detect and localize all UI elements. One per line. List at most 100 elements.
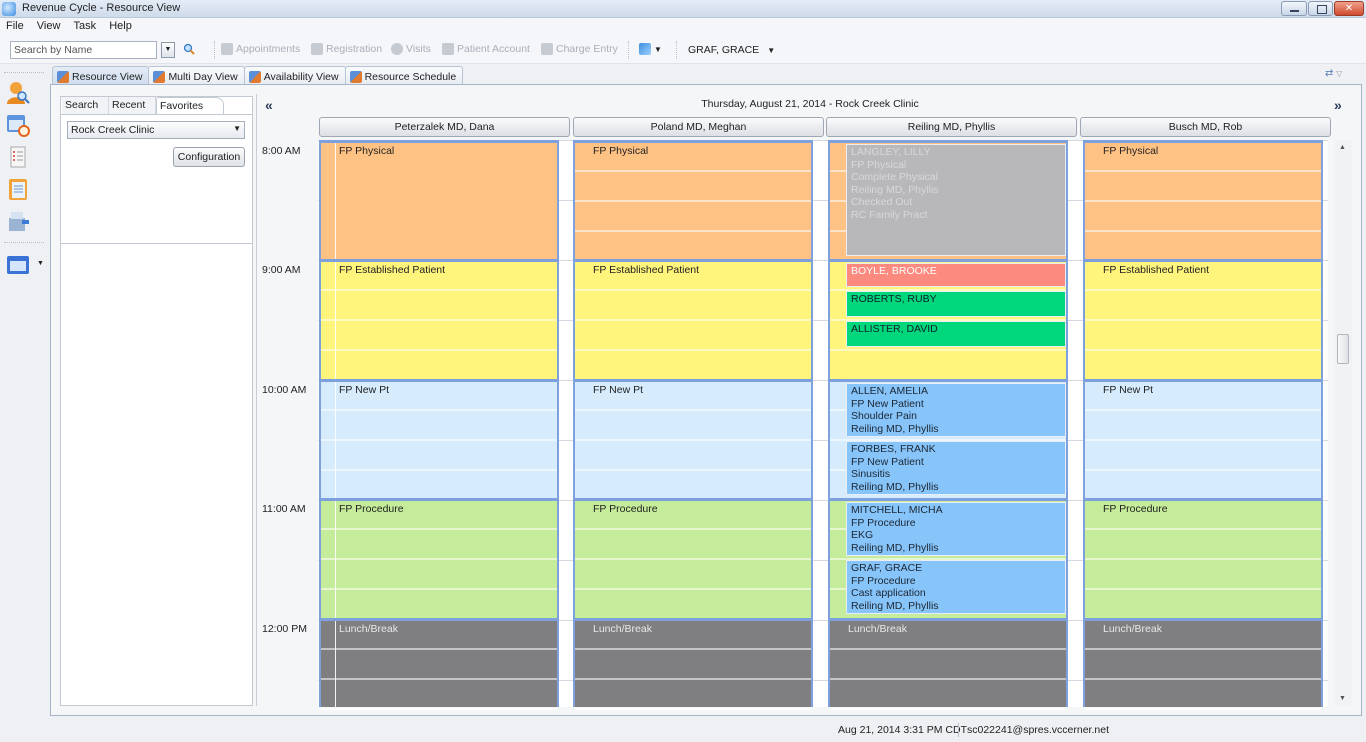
restore-button[interactable] — [1308, 1, 1333, 16]
scroll-down-icon[interactable]: ▼ — [1339, 695, 1346, 702]
patient-account-button[interactable]: Patient Account — [442, 43, 530, 55]
schedule-block-procedure[interactable]: FP Procedure — [575, 498, 811, 618]
slot-divider — [575, 708, 811, 710]
slot-divider — [321, 588, 557, 590]
appointment[interactable]: ALLISTER, DAVID — [846, 321, 1066, 347]
search-dropdown-button[interactable]: ▼ — [161, 42, 175, 58]
appointment-detail: Sinusitis — [851, 468, 891, 480]
menu-file[interactable]: File — [0, 18, 28, 32]
appointment[interactable]: BOYLE, BROOKE — [846, 263, 1066, 287]
tab-multi-day-view[interactable]: Multi Day View — [148, 66, 245, 85]
tab-recent[interactable]: Recent — [109, 97, 156, 114]
slot-divider — [1085, 678, 1321, 680]
refresh-icon[interactable]: ⇄ — [1325, 68, 1333, 79]
appointment[interactable]: FORBES, FRANK FP New Patient Sinusitis Reil… — [846, 441, 1066, 495]
tab-menu-icon[interactable]: ▽ — [1336, 69, 1342, 78]
minimize-button[interactable] — [1281, 1, 1307, 16]
slot-divider — [1085, 648, 1321, 650]
favorites-select[interactable]: Rock Creek Clinic ▼ — [67, 121, 245, 139]
clipboard-icon[interactable] — [5, 176, 31, 202]
schedule-block-lunch[interactable]: Lunch/Break — [830, 618, 1066, 710]
schedule-block-established[interactable]: FP Established Patient — [575, 259, 811, 379]
slot-divider — [575, 409, 811, 411]
slot-divider — [321, 409, 557, 411]
view-tabs: Resource View Multi Day View Availabilit… — [52, 66, 464, 85]
person-search-icon[interactable] — [5, 80, 31, 106]
slot-divider — [321, 558, 557, 560]
menu-bar: File View Task Help — [0, 18, 1366, 36]
slot-divider — [321, 678, 557, 680]
schedule-block-physical[interactable]: FP Physical — [321, 140, 557, 260]
schedule-block-new[interactable]: FP New Pt — [575, 379, 811, 499]
tab-availability-view[interactable]: Availability View — [243, 66, 346, 85]
schedule-block-new[interactable]: FP New Pt — [1085, 379, 1321, 499]
tab-favorites[interactable]: Favorites — [156, 97, 224, 114]
registration-label: Registration — [326, 43, 383, 55]
resource-header[interactable]: Busch MD, Rob — [1080, 117, 1331, 137]
appointment[interactable]: ALLEN, AMELIA FP New Patient Shoulder Pain… — [846, 383, 1066, 437]
schedule-block-lunch[interactable]: Lunch/Break — [1085, 618, 1321, 710]
tab-search[interactable]: Search — [62, 97, 109, 114]
appointment[interactable]: LANGLEY, LILLY FP Physical Complete Physic… — [846, 144, 1066, 256]
slot-divider — [575, 170, 811, 172]
resource-header[interactable]: Reiling MD, Phyllis — [826, 117, 1077, 137]
appointment-detail: FP Procedure — [851, 574, 916, 587]
schedule-calendar-icon[interactable] — [5, 252, 31, 278]
schedule-block-established[interactable]: FP Established Patient — [1085, 259, 1321, 379]
window-switch-button[interactable]: ▼ — [639, 43, 662, 55]
slot-divider — [1085, 558, 1321, 560]
slot-divider — [575, 439, 811, 441]
schedule-block-established[interactable]: FP Established Patient — [321, 259, 557, 379]
appointment[interactable]: ROBERTS, RUBY — [846, 291, 1066, 317]
slot-divider — [335, 382, 336, 499]
resource-column: FP Physical FP Established Patient FP New … — [573, 140, 813, 710]
configuration-button[interactable]: Configuration — [173, 147, 245, 167]
tab-resource-view[interactable]: Resource View — [52, 66, 150, 85]
resource-header[interactable]: Peterzalek MD, Dana — [319, 117, 570, 137]
schedule-block-lunch[interactable]: Lunch/Break — [575, 618, 811, 710]
charge-entry-button[interactable]: Charge Entry — [541, 43, 618, 55]
status-datetime: Aug 21, 2014 3:31 PM CDT — [838, 724, 967, 736]
scroll-up-icon[interactable]: ▲ — [1339, 144, 1346, 151]
favorites-select-value: Rock Creek Clinic — [71, 124, 155, 136]
slot-divider — [1085, 200, 1321, 202]
schedule-block-new[interactable]: FP New Pt — [321, 379, 557, 499]
menu-view[interactable]: View — [31, 18, 65, 32]
slot-divider — [1085, 439, 1321, 441]
scrollbar-thumb[interactable] — [1337, 334, 1349, 364]
close-button[interactable]: ✕ — [1334, 1, 1364, 16]
patient-name: ROBERTS, RUBY — [851, 293, 937, 305]
schedule-title: Thursday, August 21, 2014 - Rock Creek C… — [701, 98, 919, 110]
schedule-block-procedure[interactable]: FP Procedure — [1085, 498, 1321, 618]
schedule-block-procedure[interactable]: FP Procedure — [321, 498, 557, 618]
calendar-clock-icon — [349, 71, 362, 83]
checklist-icon[interactable] — [5, 144, 31, 170]
slot-divider — [321, 439, 557, 441]
registration-button[interactable]: Registration — [311, 43, 382, 55]
appointment[interactable]: MITCHELL, MICHA FP Procedure EKG Reiling MD… — [846, 502, 1066, 556]
search-icon[interactable] — [183, 43, 195, 55]
slot-divider — [1085, 409, 1321, 411]
search-by-name-input[interactable]: Search by Name — [10, 41, 157, 59]
resource-header[interactable]: Poland MD, Meghan — [573, 117, 824, 137]
tab-resource-schedule[interactable]: Resource Schedule — [344, 66, 464, 85]
current-user-select[interactable]: GRAF, GRACE ▼ — [688, 44, 775, 56]
time-label: 9:00 AM — [262, 264, 301, 276]
vertical-scrollbar[interactable]: ▲ ▼ — [1335, 140, 1352, 706]
schedule-block-physical[interactable]: FP Physical — [1085, 140, 1321, 260]
chevron-down-icon[interactable]: ▼ — [37, 260, 44, 267]
schedule-block-lunch[interactable]: Lunch/Break — [321, 618, 557, 710]
menu-help[interactable]: Help — [103, 18, 136, 32]
appointment[interactable]: GRAF, GRACE FP Procedure Cast application R… — [846, 560, 1066, 614]
patient-account-label: Patient Account — [457, 43, 530, 55]
previous-day-button[interactable]: « — [265, 97, 273, 113]
visits-button[interactable]: Visits — [391, 43, 431, 55]
menu-task[interactable]: Task — [68, 18, 101, 32]
appointments-button[interactable]: Appointments — [221, 43, 300, 55]
appointment-detail: EKG — [851, 529, 874, 541]
cash-register-icon[interactable] — [5, 208, 31, 234]
next-day-button[interactable]: » — [1334, 97, 1342, 113]
tab-label: Availability View — [263, 71, 339, 83]
calendar-clock-icon[interactable] — [5, 112, 31, 138]
schedule-block-physical[interactable]: FP Physical — [575, 140, 811, 260]
